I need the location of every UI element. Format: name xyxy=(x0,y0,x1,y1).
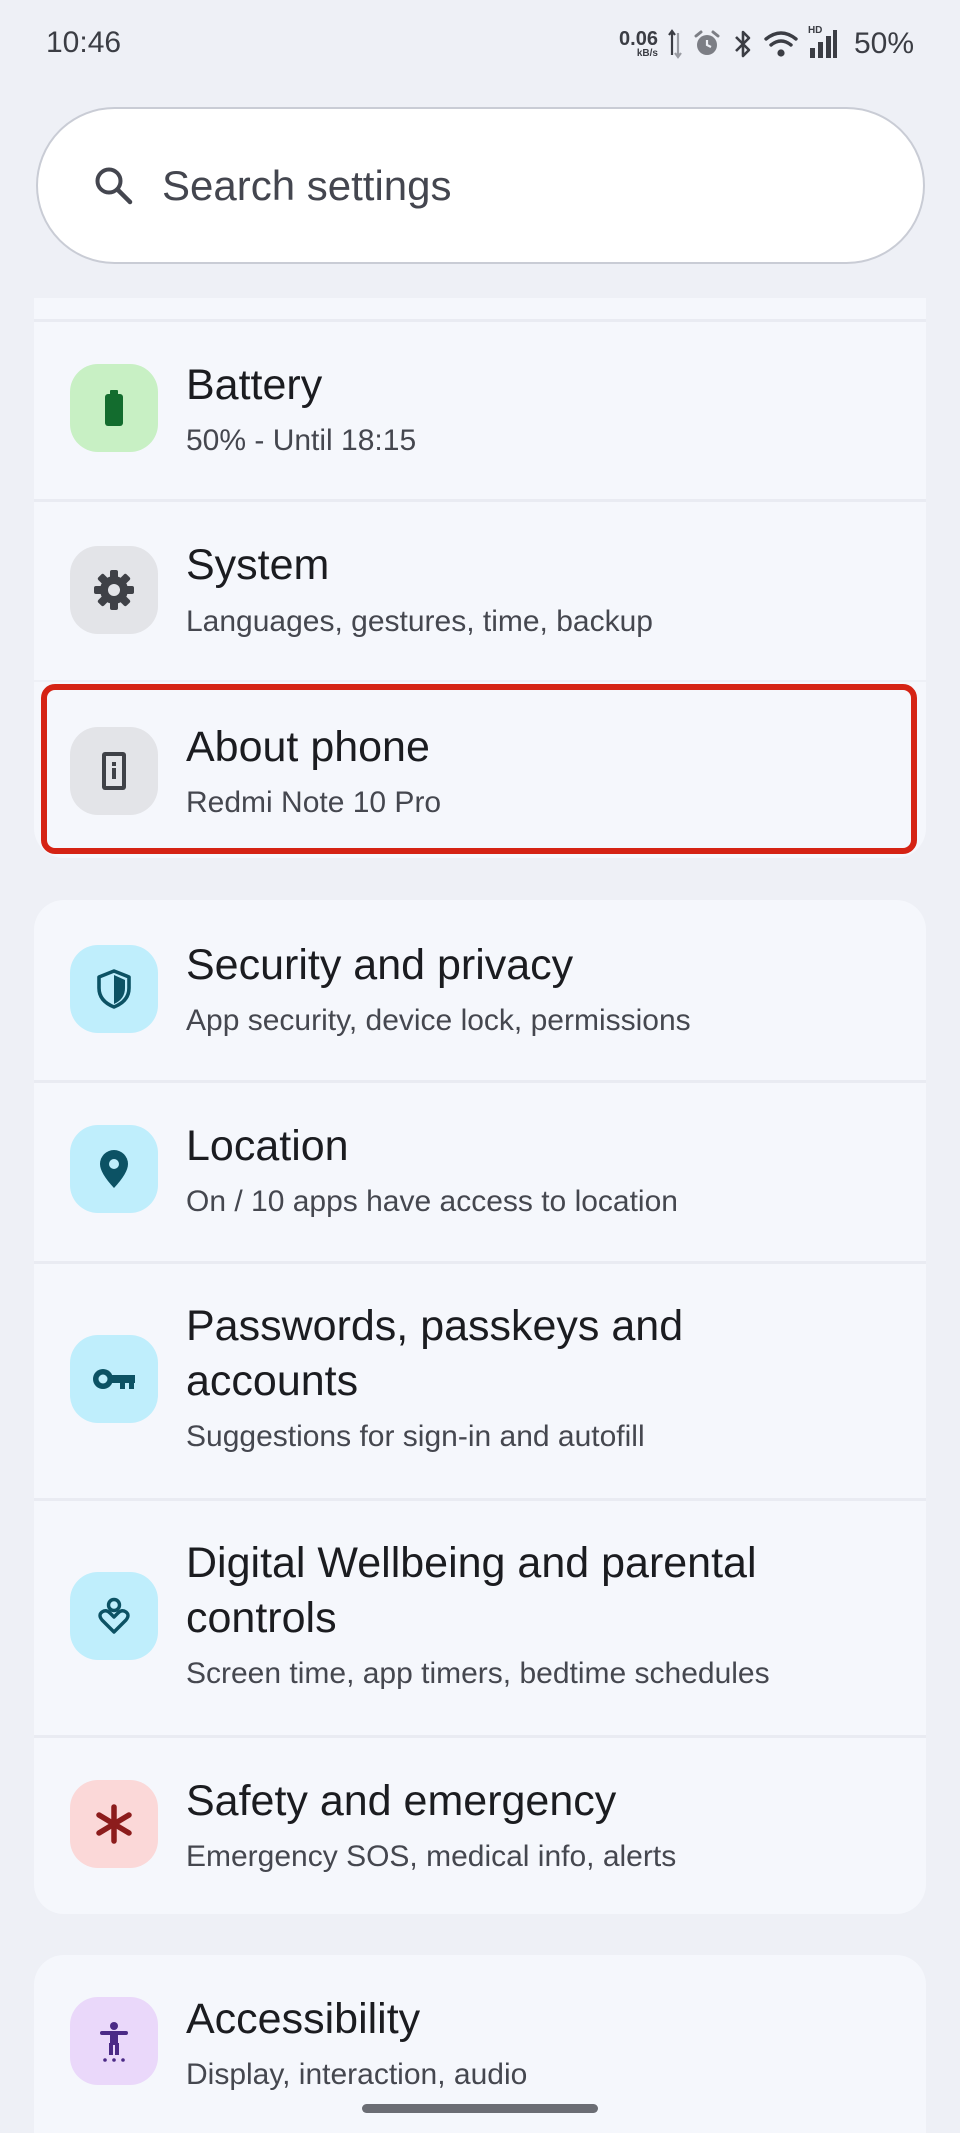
settings-item-security[interactable]: Security and privacy App security, devic… xyxy=(34,900,926,1080)
passwords-title-line2: accounts xyxy=(186,1357,359,1405)
wellbeing-subtitle: Screen time, app timers, bedtime schedul… xyxy=(186,1657,770,1690)
wellbeing-heart-icon xyxy=(70,1572,158,1660)
battery-title: Battery xyxy=(186,361,323,409)
status-bar: 10:46 0.06 kB/s HD 50% xyxy=(0,0,960,90)
gesture-nav-handle[interactable] xyxy=(362,2104,598,2113)
data-transfer-icon xyxy=(668,29,682,59)
network-speed-value: 0.06 xyxy=(619,28,658,50)
accessibility-subtitle: Display, interaction, audio xyxy=(186,2058,528,2091)
search-bar[interactable]: Search settings xyxy=(36,107,925,264)
system-subtitle: Languages, gestures, time, backup xyxy=(186,605,653,638)
accessibility-icon xyxy=(70,1997,158,2085)
shield-icon xyxy=(70,945,158,1033)
passwords-title-line1: Passwords, passkeys and xyxy=(186,1302,684,1350)
battery-icon xyxy=(70,364,158,452)
asterisk-icon xyxy=(70,1780,158,1868)
wellbeing-title-line1: Digital Wellbeing and parental xyxy=(186,1539,757,1587)
settings-item-location[interactable]: Location On / 10 apps have access to loc… xyxy=(34,1083,926,1261)
status-icons: 0.06 kB/s HD 50% xyxy=(619,22,914,66)
highlight-box xyxy=(41,684,917,854)
battery-percent: 50% xyxy=(853,27,914,60)
network-speed: 0.06 kB/s xyxy=(619,29,658,59)
key-icon xyxy=(70,1335,158,1423)
settings-item-battery[interactable]: Battery 50% - Until 18:15 xyxy=(34,322,926,499)
location-pin-icon xyxy=(70,1125,158,1213)
alarm-icon xyxy=(694,30,720,55)
battery-subtitle: 50% - Until 18:15 xyxy=(186,424,417,457)
passwords-subtitle: Suggestions for sign-in and autofill xyxy=(186,1420,645,1453)
location-subtitle: On / 10 apps have access to location xyxy=(186,1185,678,1218)
accessibility-title: Accessibility xyxy=(186,1995,421,2043)
gear-icon xyxy=(70,546,158,634)
card-scroll-edge xyxy=(34,298,926,322)
search-placeholder: Search settings xyxy=(162,161,452,209)
cellular-signal-icon: HD xyxy=(808,25,838,60)
settings-item-safety[interactable]: Safety and emergency Emergency SOS, medi… xyxy=(34,1738,926,1914)
security-title: Security and privacy xyxy=(186,941,574,989)
location-title: Location xyxy=(186,1122,349,1170)
network-speed-unit: kB/s xyxy=(636,48,658,59)
settings-item-system[interactable]: System Languages, gestures, time, backup xyxy=(34,502,926,680)
safety-title: Safety and emergency xyxy=(186,1777,617,1825)
security-subtitle: App security, device lock, permissions xyxy=(186,1004,691,1037)
safety-subtitle: Emergency SOS, medical info, alerts xyxy=(186,1840,677,1873)
search-icon xyxy=(95,167,133,204)
system-title: System xyxy=(186,541,330,589)
bluetooth-icon xyxy=(735,30,751,58)
settings-item-digital-wellbeing[interactable]: Digital Wellbeing and parental controls … xyxy=(34,1501,926,1735)
wellbeing-title-line2: controls xyxy=(186,1594,337,1642)
settings-item-passwords[interactable]: Passwords, passkeys and accounts Suggest… xyxy=(34,1264,926,1498)
status-time: 10:46 xyxy=(46,26,122,59)
wifi-icon xyxy=(764,31,798,57)
